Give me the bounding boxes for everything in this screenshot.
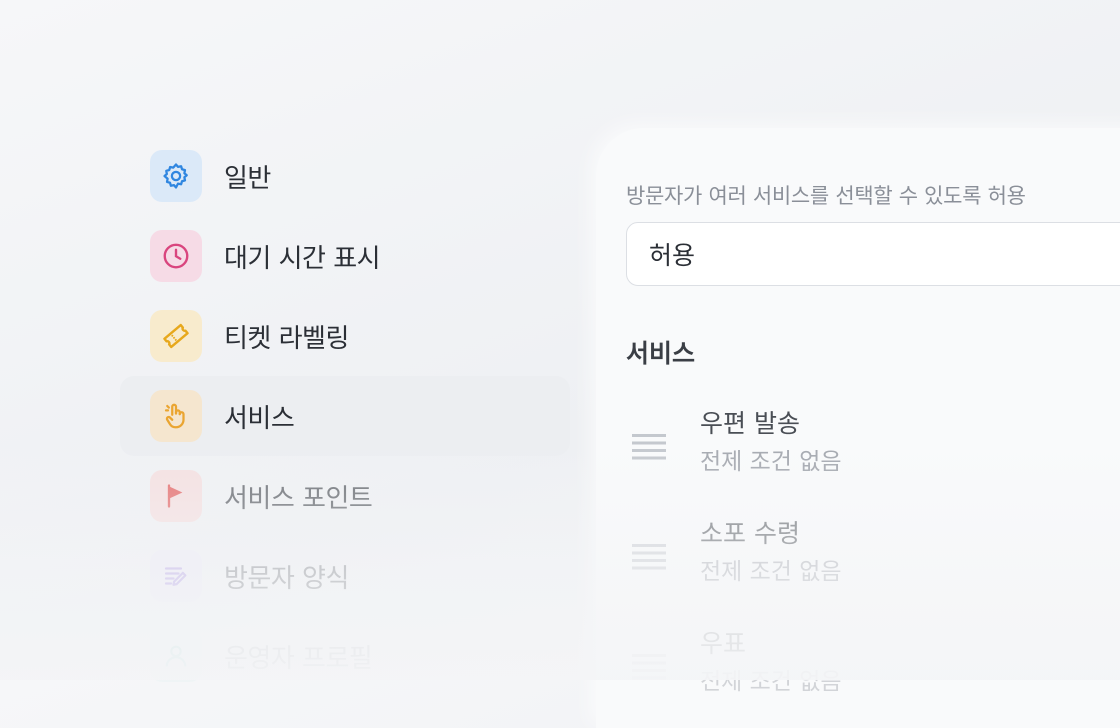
- sidebar-item-wait-time[interactable]: 대기 시간 표시: [120, 216, 570, 296]
- ticket-icon: [150, 310, 202, 362]
- sidebar-item-label: 서비스: [224, 403, 295, 434]
- sidebar-item-service-points[interactable]: 서비스 포인트: [120, 456, 570, 536]
- service-condition: 전제 조건 없음: [700, 559, 842, 585]
- sidebar-item-label: 서비스 포인트: [224, 483, 373, 514]
- select-value: 허용: [649, 241, 696, 270]
- service-name: 우표: [700, 629, 747, 658]
- sidebar-item-operator-profile[interactable]: 운영자 프로필: [120, 616, 570, 696]
- sidebar-item-label: 방문자 양식: [224, 563, 349, 594]
- drag-handle-icon[interactable]: [632, 544, 666, 570]
- service-row[interactable]: 소포 수령 전제 조건 없음: [626, 514, 1120, 594]
- service-row[interactable]: 우표 전제 조건 없음: [626, 624, 1120, 704]
- services-settings-panel: 방문자가 여러 서비스를 선택할 수 있도록 허용 허용 서비스 우편 발송 전…: [596, 128, 1120, 728]
- drag-handle-icon[interactable]: [632, 434, 666, 460]
- sidebar-item-visitor-form[interactable]: 방문자 양식: [120, 536, 570, 616]
- service-name: 소포 수령: [700, 519, 800, 548]
- settings-sidebar: 일반 대기 시간 표시 티켓 라벨링 서비스 서비스 포인트 방문자 양식 운영…: [120, 136, 570, 696]
- form-edit-icon: [150, 550, 202, 602]
- multi-service-select[interactable]: 허용: [626, 222, 1120, 286]
- sidebar-item-label: 운영자 프로필: [224, 643, 373, 674]
- service-condition: 전제 조건 없음: [700, 449, 842, 475]
- sidebar-item-services[interactable]: 서비스: [120, 376, 570, 456]
- flag-icon: [150, 470, 202, 522]
- user-icon: [150, 630, 202, 682]
- sidebar-item-label: 대기 시간 표시: [224, 243, 381, 274]
- services-section-title: 서비스: [626, 339, 696, 368]
- sidebar-item-label: 티켓 라벨링: [224, 323, 349, 354]
- sidebar-item-general[interactable]: 일반: [120, 136, 570, 216]
- clock-icon: [150, 230, 202, 282]
- gear-icon: [150, 150, 202, 202]
- sidebar-item-label: 일반: [224, 163, 271, 194]
- sidebar-item-ticket-labeling[interactable]: 티켓 라벨링: [120, 296, 570, 376]
- multi-service-field-label: 방문자가 여러 서비스를 선택할 수 있도록 허용: [626, 184, 1026, 208]
- service-name: 우편 발송: [700, 409, 800, 438]
- pointer-hand-icon: [150, 390, 202, 442]
- service-condition: 전제 조건 없음: [700, 669, 842, 695]
- drag-handle-icon[interactable]: [632, 654, 666, 680]
- service-row[interactable]: 우편 발송 전제 조건 없음: [626, 404, 1120, 484]
